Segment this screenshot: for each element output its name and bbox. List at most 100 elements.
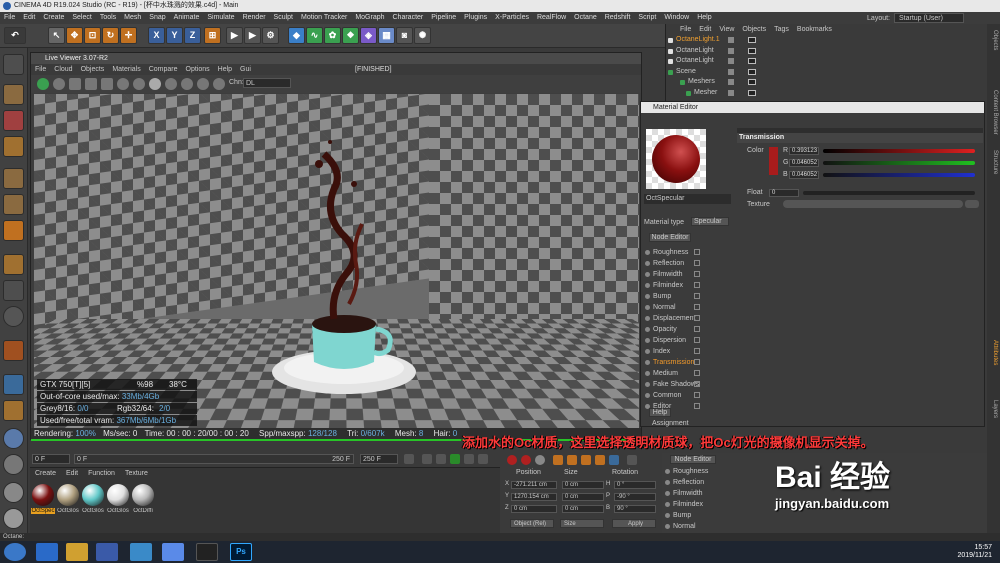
tweak-icon[interactable] [3,280,24,301]
pla-key-icon[interactable] [609,455,619,465]
lock-icon[interactable] [117,78,129,90]
viewer-menu-item[interactable]: Cloud [50,66,76,73]
visibility-check-icon[interactable] [728,90,734,96]
x-axis-button[interactable]: X [148,27,165,44]
om-menu-item[interactable]: Edit [695,26,715,33]
object-tag-icon[interactable] [748,58,756,64]
object-row[interactable]: Meshers [666,77,987,88]
dock-tab[interactable]: Objects [989,30,998,50]
size-mode-dropdown[interactable]: Size [560,519,604,528]
g-value-field[interactable]: 0.046052 [789,159,819,167]
rotation-key-icon[interactable] [581,455,591,465]
end-frame-field[interactable]: 250 F [360,454,398,464]
menu-item[interactable]: Sculpt [270,12,297,24]
b-value-field[interactable]: 0.046052 [789,171,819,179]
mm-menu-item[interactable]: Edit [61,470,83,477]
coordinate-mode-dropdown[interactable]: Object (Rel) [510,519,554,528]
edges-mode-icon[interactable] [3,194,24,215]
menu-item[interactable]: Mesh [120,12,145,24]
menu-item[interactable]: Window [660,12,693,24]
spline-icon[interactable]: ∿ [306,27,323,44]
record-icon[interactable] [507,455,517,465]
position-field[interactable]: 1270.154 cm [511,493,557,501]
assignment-tab[interactable]: Assignment [652,420,689,427]
om-menu-item[interactable]: File [676,26,695,33]
channel-transmission[interactable]: Transmission [644,357,734,368]
viewer-menu-item[interactable]: Materials [108,66,144,73]
array-icon[interactable]: ❖ [342,27,359,44]
texture-menu-button[interactable] [965,200,979,208]
attr-channel-filmindex[interactable]: Filmindex [665,499,703,510]
menu-item[interactable]: Create [39,12,68,24]
mm-menu-item[interactable]: Create [30,470,61,477]
location-icon[interactable] [197,78,209,90]
attr-channel-filmwidth[interactable]: Filmwidth [665,488,703,499]
frame-range-slider[interactable]: 0 F 250 F [74,454,354,464]
channel-checkbox[interactable] [694,304,700,310]
render-canvas[interactable]: GTX 750[T][5] %98 38°C Out-of-core used/… [34,94,639,438]
menu-item[interactable]: Simulate [203,12,238,24]
sphere-material-icon[interactable] [3,482,24,503]
make-editable-icon[interactable] [3,54,24,75]
menu-item[interactable]: Snap [145,12,169,24]
size-field[interactable]: 0 cm [562,493,604,501]
material-ball[interactable] [82,484,104,506]
rotation-field[interactable]: 90 ° [614,505,656,513]
visibility-check-icon[interactable] [728,69,734,75]
material-picker-icon[interactable] [149,78,161,90]
focus-picker-icon[interactable] [165,78,177,90]
attr-channel-normal[interactable]: Normal [665,521,696,532]
menu-item[interactable]: Redshift [601,12,635,24]
viewer-menu-item[interactable]: File [31,66,50,73]
channel-checkbox[interactable] [694,293,700,299]
rotate-icon[interactable]: ↻ [102,27,119,44]
channel-medium[interactable]: Medium [644,368,734,379]
channel-checkbox[interactable] [694,403,700,409]
channel-index[interactable]: Index [644,346,734,357]
size-field[interactable]: 0 cm [562,481,604,489]
cinema4d-task-icon[interactable] [196,543,218,561]
visibility-check-icon[interactable] [728,79,734,85]
om-menu-item[interactable]: Objects [738,26,770,33]
start-button-icon[interactable] [4,543,26,561]
start-frame-field[interactable]: 0 F [32,454,70,464]
object-row[interactable]: OctaneLight.1 [666,35,987,46]
scale-icon[interactable]: ⊡ [84,27,101,44]
y-axis-button[interactable]: Y [166,27,183,44]
help-button[interactable]: Help [649,408,671,417]
texture-mode-icon[interactable] [3,110,24,131]
restart-render-icon[interactable] [53,78,65,90]
rotation-field[interactable]: -90 ° [614,493,656,501]
explorer-icon[interactable] [66,543,88,561]
render-settings-icon[interactable]: ⚙ [262,27,279,44]
node-editor-button[interactable]: Node Editor [649,233,691,242]
grid-icon[interactable] [3,374,24,395]
transform-icon[interactable]: ✛ [120,27,137,44]
layout-dropdown[interactable]: Startup (User) [894,13,964,23]
points-mode-icon[interactable] [3,168,24,189]
play-icon[interactable] [450,454,460,464]
app-icon[interactable] [162,543,184,561]
render-view-icon[interactable]: ▶ [226,27,243,44]
photoshop-task-icon[interactable]: Ps [230,543,252,561]
material-ball[interactable] [132,484,154,506]
menu-item[interactable]: Tools [96,12,120,24]
attr-channel-roughness[interactable]: Roughness [665,466,708,477]
dock-tab[interactable]: Attributes [989,340,998,365]
visibility-check-icon[interactable] [728,48,734,54]
pause-icon[interactable] [69,78,81,90]
channel-checkbox[interactable] [694,337,700,343]
lock-workplane-icon[interactable] [3,400,24,421]
object-tag-icon[interactable] [748,90,756,96]
octane-settings-icon[interactable] [37,78,49,90]
timeline-menu-icon[interactable] [627,455,637,465]
sphere-display-icon[interactable] [3,508,24,529]
axis-mode-icon[interactable] [3,254,24,275]
object-row[interactable]: Mesher [666,88,987,99]
size-field[interactable]: 0 cm [562,505,604,513]
menu-item[interactable]: X-Particles [491,12,533,24]
keyframe-selection-icon[interactable] [535,455,545,465]
object-row[interactable]: OctaneLight [666,46,987,57]
channel-checkbox[interactable] [694,260,700,266]
camera-icon[interactable]: ◙ [396,27,413,44]
